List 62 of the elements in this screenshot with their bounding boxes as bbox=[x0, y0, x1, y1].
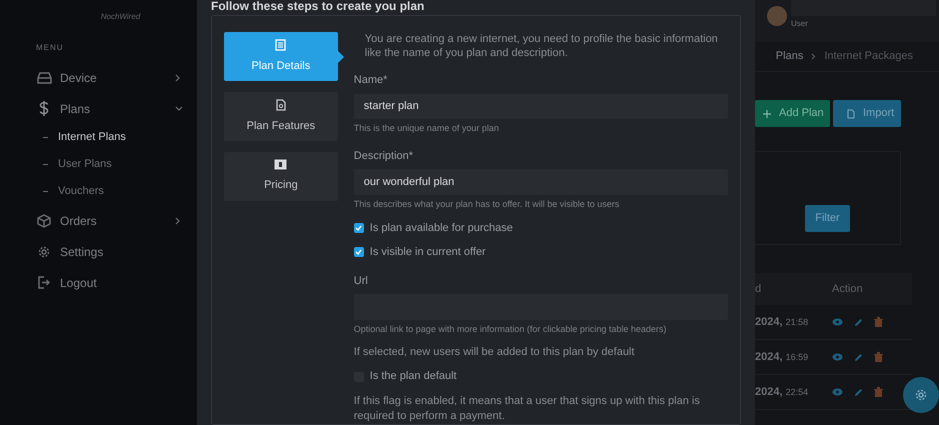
logout-icon bbox=[36, 276, 52, 289]
sidebar-item[interactable]: Logout bbox=[36, 267, 185, 298]
sidebar-item[interactable]: Orders bbox=[36, 205, 185, 236]
submenu-item[interactable]: Internet Plans bbox=[36, 124, 185, 151]
column-header: d bbox=[755, 282, 762, 297]
add-button[interactable]: Add Plan bbox=[755, 100, 830, 127]
checkbox[interactable] bbox=[354, 222, 364, 233]
eye-icon[interactable] bbox=[832, 353, 843, 361]
box-icon bbox=[36, 214, 52, 228]
help-text: If this flag is enabled, it means that a user that signs up with this plan is required to perform a payment. bbox=[354, 394, 701, 424]
column-header: Action bbox=[832, 282, 863, 297]
file-icon bbox=[276, 98, 286, 111]
submenu-item[interactable]: User Plans bbox=[36, 151, 185, 178]
checkbox-label: Is plan available for purchase bbox=[370, 220, 513, 236]
plus-icon bbox=[763, 110, 771, 118]
user-role: User bbox=[791, 18, 809, 30]
drive-icon bbox=[36, 72, 52, 84]
file-icon bbox=[847, 108, 855, 118]
step-tab[interactable]: Plan Features bbox=[224, 92, 338, 141]
settings-icon bbox=[36, 246, 52, 258]
sidebar-item[interactable]: Device bbox=[36, 62, 185, 93]
trash-icon[interactable] bbox=[874, 317, 883, 327]
banknote-icon bbox=[274, 159, 288, 170]
sidebar-item[interactable]: Plans bbox=[36, 93, 185, 124]
help-text: If selected, new users will be added to this plan by default bbox=[354, 345, 636, 360]
chevron-right-icon bbox=[811, 53, 816, 60]
intro-text: You are creating a new internet, you need to profile the basic information like the name of you plan and description. bbox=[364, 32, 719, 60]
field-label: Url bbox=[354, 274, 369, 289]
date-cell-text: 2024, 21:58 bbox=[755, 314, 810, 330]
breadcrumb-item[interactable]: Plans bbox=[776, 48, 804, 65]
settings-icon bbox=[915, 389, 927, 401]
input-field[interactable]: starter plan bbox=[354, 94, 728, 120]
field-hint: This describes what your plan has to offer. It will be visible to users bbox=[354, 198, 620, 212]
document-icon bbox=[275, 38, 286, 51]
checkbox[interactable] bbox=[354, 247, 364, 258]
field-label: Description* bbox=[354, 148, 414, 164]
field-hint: Optional link to page with more information (for clickable pricing table headers) bbox=[354, 322, 668, 336]
pencil-icon[interactable] bbox=[854, 388, 863, 396]
breadcrumb-item[interactable]: Internet Packages bbox=[824, 48, 913, 65]
checkbox-label: Is the plan default bbox=[370, 369, 457, 384]
pencil-icon[interactable] bbox=[854, 352, 863, 362]
submenu-item[interactable]: Vouchers bbox=[36, 178, 185, 205]
field-hint: This is the unique name of your plan bbox=[354, 122, 500, 136]
logo-text: NochWired bbox=[100, 11, 140, 23]
date-cell-text: 2024, 16:59 bbox=[755, 350, 810, 365]
input-field[interactable]: our wonderful plan bbox=[354, 169, 728, 196]
eye-icon[interactable] bbox=[832, 318, 843, 326]
sidebar-item[interactable]: Settings bbox=[36, 236, 185, 267]
modal-title: Follow these steps to create you plan bbox=[211, 0, 426, 15]
filter-button[interactable]: Filter bbox=[805, 205, 850, 232]
import-button[interactable]: Import bbox=[833, 100, 901, 127]
step-tab[interactable]: Pricing bbox=[224, 152, 338, 201]
date-cell-text: 2024, 22:54 bbox=[755, 384, 810, 400]
eye-icon[interactable] bbox=[832, 388, 843, 396]
field-label: Name* bbox=[354, 73, 388, 88]
menu-heading: MENU bbox=[36, 42, 65, 54]
checkbox-label: Is visible in current offer bbox=[370, 245, 486, 260]
trash-icon[interactable] bbox=[874, 352, 883, 362]
pencil-icon[interactable] bbox=[854, 318, 863, 326]
avatar bbox=[767, 6, 787, 26]
trash-icon[interactable] bbox=[874, 387, 883, 397]
step-pointer-icon bbox=[338, 51, 344, 63]
